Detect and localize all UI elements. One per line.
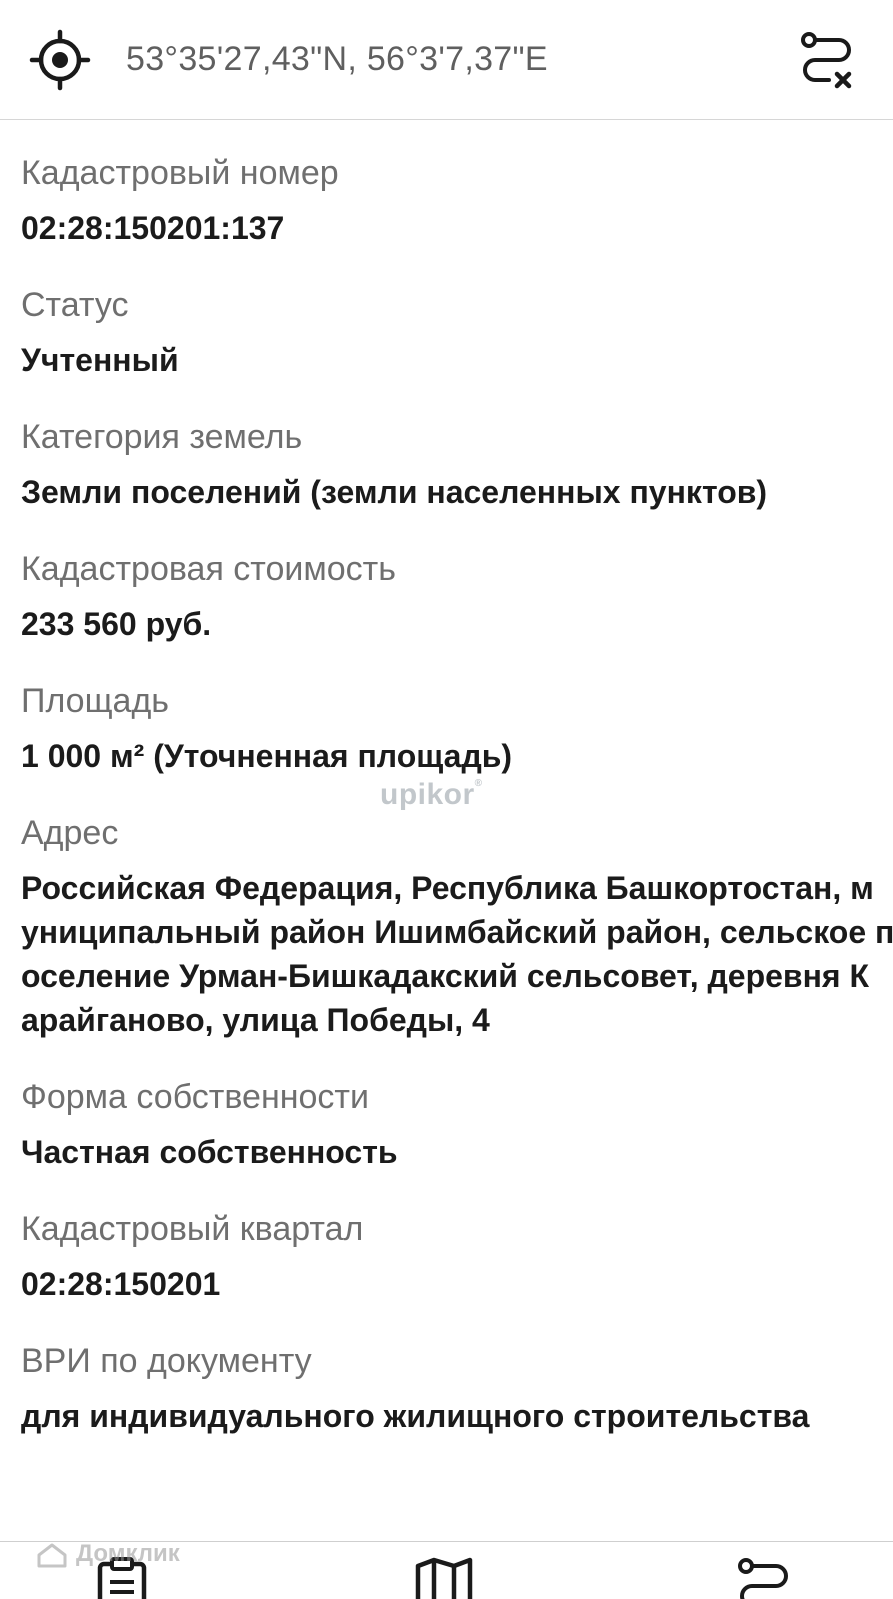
- field-value: 233 560 руб.: [21, 606, 212, 642]
- field-address: Адрес Российская Федерация, Республика Б…: [21, 810, 893, 1042]
- field-ownership-form: Форма собственности Частная собственност…: [21, 1074, 893, 1174]
- address-line: оселение Урман-Бишкадакский сельсовет, д…: [21, 958, 870, 994]
- bottom-navigation: [0, 1541, 893, 1599]
- field-label: ВРИ по документу: [21, 1342, 312, 1380]
- field-label: Кадастровый номер: [21, 154, 339, 192]
- field-label: Адрес: [21, 814, 119, 852]
- field-value: Учтенный: [21, 342, 179, 378]
- address-line: Российская Федерация, Республика Башкорт…: [21, 870, 874, 906]
- field-label: Кадастровый квартал: [21, 1210, 364, 1248]
- map-icon[interactable]: [412, 1556, 476, 1599]
- clipboard-icon[interactable]: [90, 1556, 154, 1599]
- field-land-category: Категория земель Земли поселений (земли …: [21, 414, 893, 514]
- field-value: Земли поселений (земли населенных пункто…: [21, 474, 768, 510]
- crosshair-icon[interactable]: [28, 28, 92, 92]
- field-label: Площадь: [21, 682, 170, 720]
- address-line: униципальный район Ишимбайский район, се…: [21, 914, 893, 950]
- field-area: Площадь 1 000 м² (Уточненная площадь): [21, 678, 893, 778]
- field-cadastral-number: Кадастровый номер 02:28:150201:137: [21, 150, 893, 250]
- coordinates-text: 53°35'27,43"N, 56°3'7,37"E: [126, 40, 548, 78]
- route-icon[interactable]: [732, 1556, 796, 1599]
- field-status: Статус Учтенный: [21, 282, 893, 382]
- field-value: для индивидуального жилищного строительс…: [21, 1398, 810, 1434]
- field-cadastral-value: Кадастровая стоимость 233 560 руб.: [21, 546, 893, 646]
- field-permitted-use: ВРИ по документу для индивидуального жил…: [21, 1338, 893, 1438]
- top-bar: 53°35'27,43"N, 56°3'7,37"E: [0, 0, 893, 120]
- field-value: 1 000 м² (Уточненная площадь): [21, 738, 513, 774]
- field-label: Категория земель: [21, 418, 303, 456]
- route-clear-icon[interactable]: [795, 28, 859, 92]
- field-label: Кадастровая стоимость: [21, 550, 396, 588]
- field-cadastral-quarter: Кадастровый квартал 02:28:150201: [21, 1206, 893, 1306]
- details-list: Кадастровый номер 02:28:150201:137 Стату…: [21, 150, 893, 1470]
- field-value: Российская Федерация, Республика Башкорт…: [21, 866, 893, 1042]
- field-label: Форма собственности: [21, 1078, 369, 1116]
- cadastral-info-screen: 53°35'27,43"N, 56°3'7,37"E Кадастровый н…: [0, 0, 893, 1599]
- field-value: 02:28:150201: [21, 1266, 221, 1302]
- field-value: Частная собственность: [21, 1134, 398, 1170]
- address-line: арайганово, улица Победы, 4: [21, 1002, 490, 1038]
- field-label: Статус: [21, 286, 129, 324]
- field-value: 02:28:150201:137: [21, 210, 285, 246]
